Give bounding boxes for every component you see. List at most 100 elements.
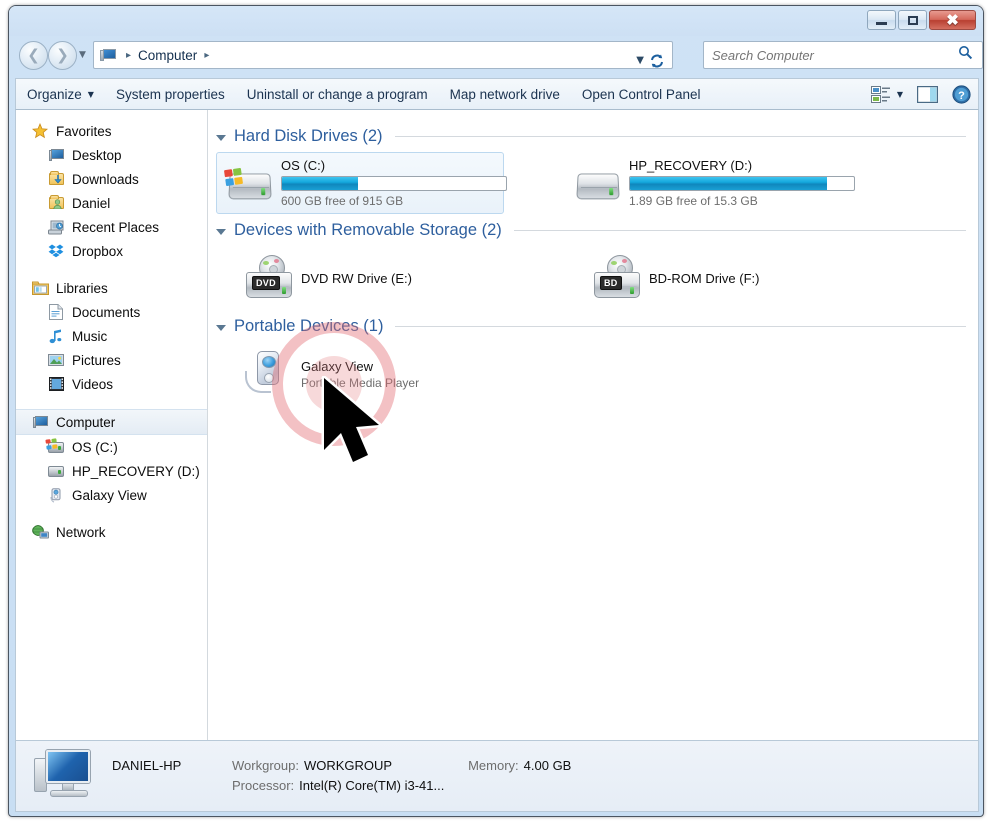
history-dropdown-icon[interactable]: ▼ <box>79 50 86 60</box>
breadcrumb-separator-1[interactable]: ▸ <box>198 50 215 61</box>
sidebar-label-dropbox: Dropbox <box>72 243 124 259</box>
device-tile-galaxy-view[interactable]: Galaxy View Portable Media Player <box>216 342 530 406</box>
memory-label: Memory: <box>468 758 519 773</box>
help-icon: ? <box>952 84 971 104</box>
sidebar-label-videos: Videos <box>72 376 114 392</box>
breadcrumb-bar[interactable]: ▸ Computer ▸ ▼ <box>93 41 673 69</box>
pictures-icon <box>47 352 65 368</box>
section-header-hard-disk-drives[interactable]: Hard Disk Drives (2) <box>208 124 978 148</box>
computer-name: DANIEL-HP <box>112 758 182 773</box>
sidebar-item-music[interactable]: Music <box>16 324 207 348</box>
usage-bar <box>281 176 507 191</box>
search-input[interactable] <box>704 47 958 63</box>
sidebar-label-hp-recovery-d: HP_RECOVERY (D:) <box>72 463 200 479</box>
refresh-button[interactable] <box>646 50 668 71</box>
sidebar-item-desktop[interactable]: Desktop <box>16 143 207 167</box>
navigation-pane[interactable]: Favorites Desktop Downloads Daniel Recen… <box>16 110 208 740</box>
change-view-button[interactable]: ▼ <box>864 82 910 107</box>
search-box[interactable] <box>703 41 983 69</box>
nav-group-favorites: Favorites Desktop Downloads Daniel Recen… <box>16 119 207 263</box>
sidebar-label-daniel: Daniel <box>72 195 111 211</box>
minimize-button[interactable] <box>867 10 896 30</box>
maximize-button[interactable] <box>898 10 927 30</box>
nav-group-network: Network <box>16 520 207 544</box>
sidebar-label-os-c: OS (C:) <box>72 439 118 455</box>
sidebar-label-libraries: Libraries <box>56 280 108 296</box>
downloads-folder-icon <box>47 171 65 187</box>
command-toolbar: Organize ▼ System properties Uninstall o… <box>15 78 979 110</box>
section-title: Devices with Removable Storage (2) <box>234 220 502 239</box>
sidebar-item-favorites[interactable]: Favorites <box>16 119 207 143</box>
collapse-triangle-icon[interactable] <box>216 324 226 331</box>
window-controls: ✖ <box>867 10 976 30</box>
sidebar-item-recent-places[interactable]: Recent Places <box>16 215 207 239</box>
sidebar-item-galaxy-view[interactable]: Galaxy View <box>16 483 207 507</box>
drive-info: HP_RECOVERY (D:) 1.89 GB free of 15.3 GB <box>629 158 855 208</box>
minimize-icon <box>876 22 887 25</box>
device-tile-bd-rom-f[interactable]: BD BD-ROM Drive (F:) <box>564 246 878 310</box>
body-area: Favorites Desktop Downloads Daniel Recen… <box>15 110 979 740</box>
search-icon[interactable] <box>958 45 982 65</box>
title-bar: ✖ <box>9 6 983 36</box>
open-control-panel-button[interactable]: Open Control Panel <box>571 82 712 107</box>
drive-tile-hp-recovery-d[interactable]: HP_RECOVERY (D:) 1.89 GB free of 15.3 GB <box>564 152 855 214</box>
sidebar-label-music: Music <box>72 328 108 344</box>
map-network-drive-button[interactable]: Map network drive <box>439 82 571 107</box>
sidebar-item-libraries[interactable]: Libraries <box>16 276 207 300</box>
bd-tag-label: BD <box>600 276 622 290</box>
chevron-down-icon: ▼ <box>87 89 94 99</box>
sidebar-item-daniel[interactable]: Daniel <box>16 191 207 215</box>
drive-tile-os-c[interactable]: OS (C:) 600 GB free of 915 GB <box>216 152 507 214</box>
section-rule <box>394 135 966 137</box>
portable-media-player-icon <box>243 349 295 399</box>
uninstall-change-program-button[interactable]: Uninstall or change a program <box>236 82 439 107</box>
forward-button[interactable]: ❯ <box>48 41 77 70</box>
breadcrumb-item-computer[interactable]: Computer <box>137 48 198 63</box>
drive-free-space: 600 GB free of 915 GB <box>281 194 404 208</box>
sidebar-item-downloads[interactable]: Downloads <box>16 167 207 191</box>
collapse-triangle-icon[interactable] <box>216 228 226 235</box>
section-title: Hard Disk Drives (2) <box>234 126 383 145</box>
sidebar-item-hp-recovery-d[interactable]: HP_RECOVERY (D:) <box>16 459 207 483</box>
nav-gap-2 <box>16 396 207 409</box>
sidebar-label-downloads: Downloads <box>72 171 139 187</box>
sidebar-label-computer: Computer <box>56 414 116 430</box>
sidebar-item-dropbox[interactable]: Dropbox <box>16 239 207 263</box>
nav-gap-3 <box>16 507 207 520</box>
sidebar-item-pictures[interactable]: Pictures <box>16 348 207 372</box>
bd-rom-drive-icon: BD <box>591 254 643 302</box>
section-portable-devices: Portable Devices (1) Galaxy View Portabl… <box>208 314 978 406</box>
organize-button[interactable]: Organize ▼ <box>16 82 105 107</box>
close-button[interactable]: ✖ <box>929 10 976 30</box>
sidebar-item-videos[interactable]: Videos <box>16 372 207 396</box>
details-text: DANIEL-HP Workgroup: WORKGROUP Memory: 4… <box>110 756 978 796</box>
back-button[interactable]: ❮ <box>19 41 48 70</box>
portable-devices-tiles: Galaxy View Portable Media Player <box>208 338 978 406</box>
usage-bar-fill <box>630 177 828 190</box>
recovery-drive-icon <box>571 161 623 205</box>
breadcrumb-dropdown-icon[interactable]: ▼ <box>636 55 644 66</box>
processor-label: Processor: <box>232 778 295 793</box>
file-list-pane[interactable]: Hard Disk Drives (2) OS (C:) 600 GB free… <box>208 110 978 740</box>
details-line-2: Processor: Intel(R) Core(TM) i3-41... <box>112 776 978 796</box>
svg-text:?: ? <box>958 90 965 102</box>
device-type: Portable Media Player <box>301 375 420 390</box>
section-header-removable-storage[interactable]: Devices with Removable Storage (2) <box>208 218 978 242</box>
help-button[interactable]: ? <box>945 81 978 108</box>
section-header-portable-devices[interactable]: Portable Devices (1) <box>208 314 978 338</box>
sidebar-item-computer[interactable]: Computer <box>16 409 207 435</box>
os-drive-icon <box>223 161 275 205</box>
sidebar-item-os-c[interactable]: OS (C:) <box>16 435 207 459</box>
sidebar-label-galaxy-view: Galaxy View <box>72 487 147 503</box>
system-properties-button[interactable]: System properties <box>105 82 236 107</box>
preview-pane-button[interactable] <box>910 82 945 107</box>
details-line-1: DANIEL-HP Workgroup: WORKGROUP Memory: 4… <box>112 756 978 776</box>
collapse-triangle-icon[interactable] <box>216 134 226 141</box>
processor-value: Intel(R) Core(TM) i3-41... <box>299 778 445 793</box>
computer-icon <box>31 414 49 430</box>
sidebar-item-network[interactable]: Network <box>16 520 207 544</box>
device-tile-dvd-rw-e[interactable]: DVD DVD RW Drive (E:) <box>216 246 530 310</box>
device-info: Galaxy View Portable Media Player <box>301 359 419 390</box>
removable-storage-tiles: DVD DVD RW Drive (E:) BD BD-ROM Drive (F… <box>208 242 978 310</box>
sidebar-item-documents[interactable]: Documents <box>16 300 207 324</box>
